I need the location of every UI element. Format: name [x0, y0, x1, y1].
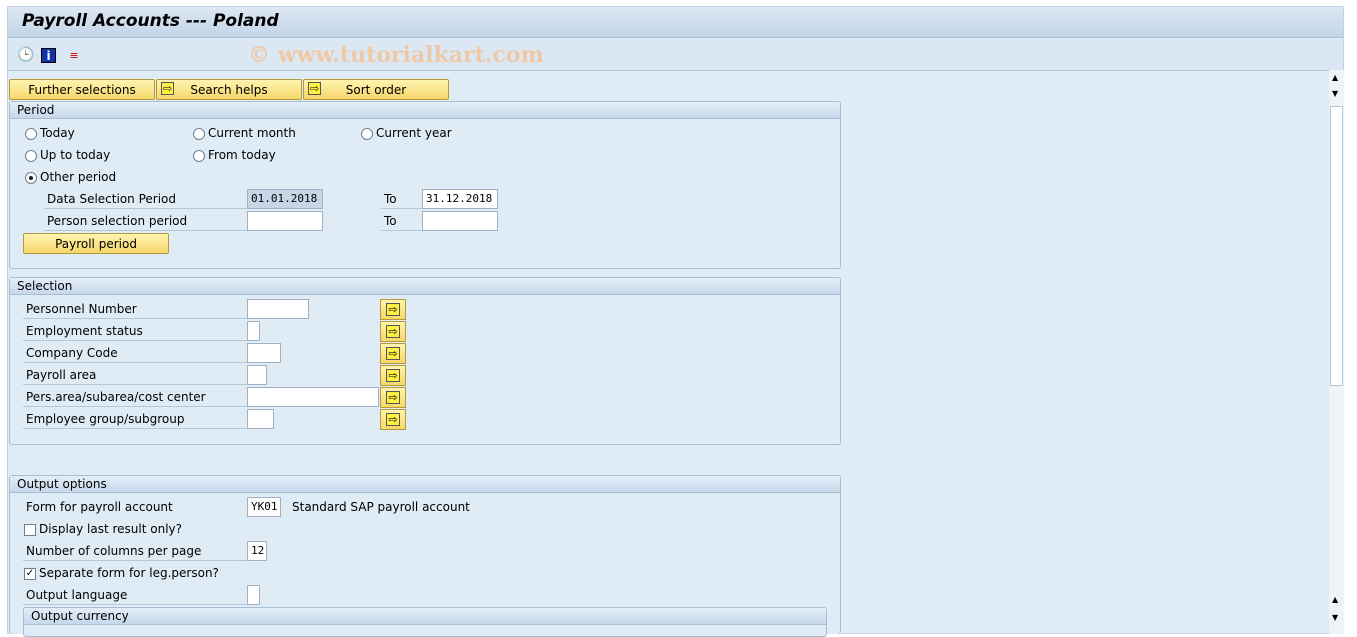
scroll-up-page-icon[interactable]: ▲	[1332, 595, 1338, 604]
output-language-input[interactable]	[247, 585, 260, 605]
display-last-result-checkbox[interactable]: Display last result only?	[24, 519, 182, 539]
vertical-scrollbar[interactable]: ▲ ▼ ▲ ▼	[1329, 70, 1344, 634]
further-selections-button[interactable]: Further selections	[9, 79, 155, 100]
multiple-selection-button[interactable]: ⇨	[380, 299, 406, 320]
arrow-right-icon: ⇨	[386, 391, 400, 404]
selection-field-input[interactable]	[247, 343, 281, 363]
radio-label: From today	[208, 148, 276, 162]
info-icon[interactable]: i	[41, 48, 56, 63]
selection-field-label: Employee group/subgroup	[23, 409, 247, 429]
selection-field-input[interactable]	[247, 387, 379, 407]
radio-label: Up to today	[40, 148, 111, 162]
page-title: Payroll Accounts --- Poland	[22, 11, 279, 31]
scroll-down-page-icon[interactable]: ▼	[1332, 89, 1338, 98]
search-helps-button[interactable]: ⇨ Search helps	[156, 79, 302, 100]
arrow-right-icon: ⇨	[386, 369, 400, 382]
radio-today[interactable]: Today	[25, 123, 75, 143]
to-label: To	[381, 211, 422, 231]
button-label: Search helps	[190, 82, 268, 97]
button-label: Sort order	[345, 82, 407, 97]
radio-up-to-today[interactable]: Up to today	[25, 145, 110, 165]
checkbox-label: Display last result only?	[39, 522, 183, 536]
radio-label: Other period	[40, 170, 117, 184]
selection-field-label: Personnel Number	[23, 299, 247, 319]
watermark: © www.tutorialkart.com	[248, 42, 544, 68]
columns-label: Number of columns per page	[23, 541, 247, 561]
arrow-right-icon: ⇨	[386, 303, 400, 316]
arrow-right-icon: ⇨	[308, 82, 322, 95]
group-title: Output options	[10, 476, 840, 493]
selection-field-label: Employment status	[23, 321, 247, 341]
checkbox[interactable]	[24, 523, 36, 536]
form-label: Form for payroll account	[26, 500, 173, 514]
checkbox-checked[interactable]: ✓	[24, 567, 36, 580]
radio-button[interactable]	[193, 127, 205, 140]
group-title: Period	[10, 102, 840, 119]
radio-button[interactable]	[25, 149, 37, 162]
radio-button[interactable]	[361, 127, 373, 140]
arrow-right-icon: ⇨	[161, 82, 175, 95]
output-currency-group: Output currency	[23, 607, 827, 637]
output-language-label: Output language	[23, 585, 247, 605]
checkbox-label: Separate form for leg.person?	[39, 566, 219, 580]
person-selection-from-input[interactable]	[247, 211, 323, 231]
data-selection-to-input[interactable]: 31.12.2018	[422, 189, 498, 209]
scroll-up-icon[interactable]: ▲	[1332, 73, 1338, 82]
radio-button[interactable]	[25, 171, 37, 184]
radio-current-month[interactable]: Current month	[193, 123, 296, 143]
button-label: Payroll period	[55, 236, 137, 251]
button-label: Further selections	[28, 82, 136, 97]
payroll-period-button[interactable]: Payroll period	[23, 233, 169, 254]
selection-field-label: Pers.area/subarea/cost center	[23, 387, 247, 407]
radio-button[interactable]	[25, 127, 37, 140]
arrow-right-icon: ⇨	[386, 325, 400, 338]
separate-form-checkbox[interactable]: ✓ Separate form for leg.person?	[24, 563, 219, 583]
selection-field-label: Payroll area	[23, 365, 247, 385]
selection-field-input[interactable]	[247, 365, 267, 385]
group-title: Selection	[10, 278, 840, 295]
person-selection-period-label: Person selection period	[44, 211, 247, 231]
data-selection-from-input[interactable]: 01.01.2018	[247, 189, 323, 209]
radio-button[interactable]	[193, 149, 205, 162]
radio-from-today[interactable]: From today	[193, 145, 276, 165]
data-selection-period-label: Data Selection Period	[44, 189, 247, 209]
form-input[interactable]: YK01	[247, 497, 281, 517]
scroll-down-icon[interactable]: ▼	[1332, 613, 1338, 622]
title-bar: Payroll Accounts --- Poland	[8, 7, 1343, 38]
multiple-selection-button[interactable]: ⇨	[380, 409, 406, 430]
columns-input[interactable]: 12	[247, 541, 267, 561]
scrollbar-thumb[interactable]	[1330, 106, 1343, 386]
multiple-selection-button[interactable]: ⇨	[380, 365, 406, 386]
selection-field-label: Company Code	[23, 343, 247, 363]
radio-label: Today	[40, 126, 75, 140]
arrow-right-icon: ⇨	[386, 347, 400, 360]
radio-label: Current year	[376, 126, 452, 140]
to-label: To	[381, 189, 422, 209]
selection-field-input[interactable]	[247, 321, 260, 341]
multiple-selection-button[interactable]: ⇨	[380, 321, 406, 342]
application-toolbar: 🕒 i ≡ © www.tutorialkart.com	[8, 39, 1343, 71]
selection-field-input[interactable]	[247, 409, 274, 429]
radio-label: Current month	[208, 126, 296, 140]
execute-clock-icon[interactable]: 🕒	[17, 46, 35, 64]
radio-other-period[interactable]: Other period	[25, 167, 116, 187]
selection-field-input[interactable]	[247, 299, 309, 319]
arrow-right-icon: ⇨	[386, 413, 400, 426]
multiple-selection-button[interactable]: ⇨	[380, 343, 406, 364]
radio-current-year[interactable]: Current year	[361, 123, 452, 143]
group-title: Output currency	[24, 608, 826, 625]
person-selection-to-input[interactable]	[422, 211, 498, 231]
form-description: Standard SAP payroll account	[292, 500, 470, 514]
multiple-selection-button[interactable]: ⇨	[380, 387, 406, 408]
variants-icon[interactable]: ≡	[65, 46, 83, 64]
sort-order-button[interactable]: ⇨ Sort order	[303, 79, 449, 100]
